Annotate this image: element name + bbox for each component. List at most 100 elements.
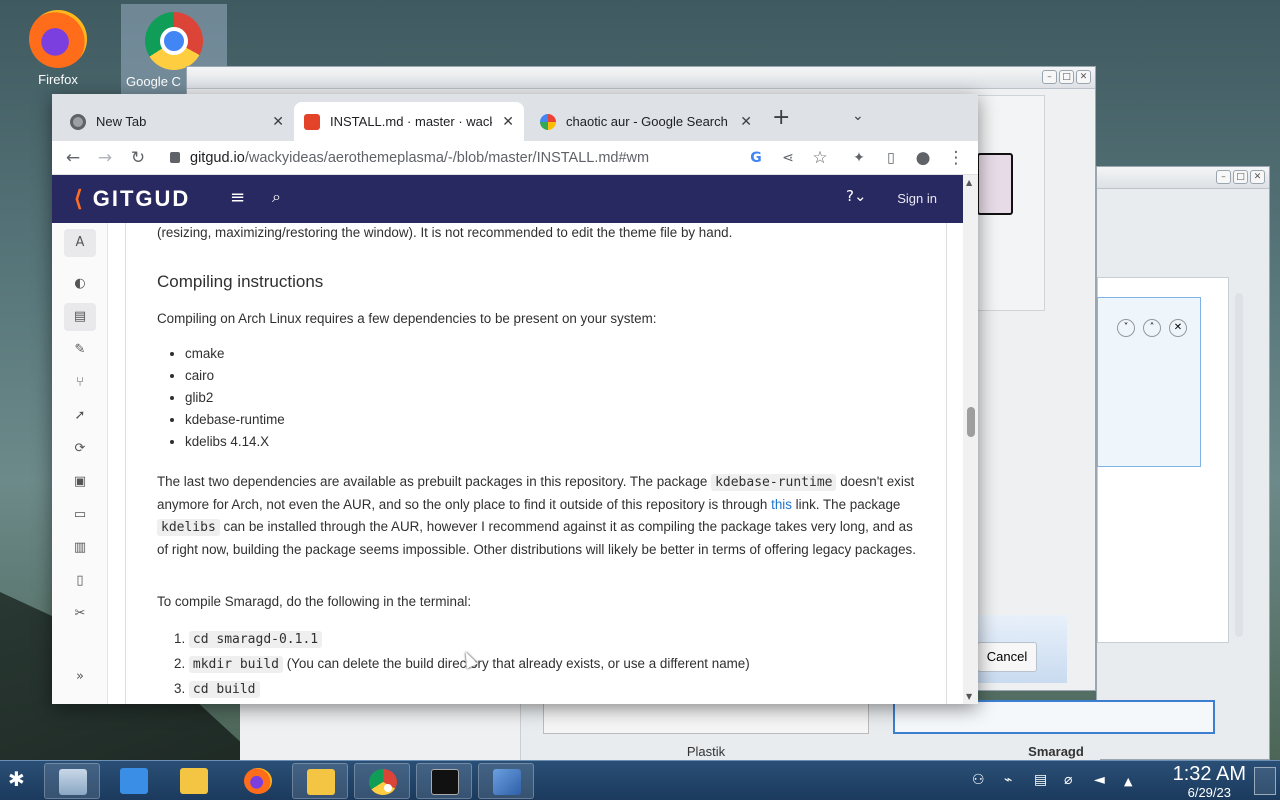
url-host: gitgud.io [190, 150, 245, 166]
tab-title: chaotic aur - Google Search [566, 114, 728, 129]
minimize-icon[interactable]: – [1042, 70, 1057, 84]
volume-icon[interactable]: ◄ [1094, 772, 1105, 788]
lock-icon [170, 152, 180, 163]
dependencies-paragraph: The last two dependencies are available … [157, 471, 919, 561]
this-link[interactable]: this [771, 497, 792, 512]
back-arrow-icon[interactable]: ← [62, 147, 84, 169]
project-overview-icon[interactable]: ◐ [70, 274, 90, 294]
close-icon[interactable]: ✕ [1250, 170, 1265, 184]
taskbar-chrome[interactable] [354, 763, 410, 799]
share-icon[interactable]: ⋖ [777, 147, 799, 169]
preview-buttons: ˅ ˄ ✕ [1117, 319, 1187, 337]
step-item: 2. mkdir build (You can delete the build… [174, 656, 750, 673]
smaragd-preview[interactable] [893, 700, 1215, 734]
firefox-icon [244, 768, 272, 794]
project-avatar[interactable]: A [64, 229, 96, 257]
desktop-icon-firefox[interactable]: Firefox [13, 2, 103, 94]
close-icon[interactable]: ✕ [740, 113, 752, 130]
sign-in-link[interactable]: Sign in [897, 191, 937, 206]
network-icon[interactable]: ⌁ [1004, 772, 1012, 788]
bookmark-star-icon[interactable]: ☆ [809, 147, 831, 169]
packages-icon[interactable]: ▣ [70, 472, 90, 492]
cicd-rocket-icon[interactable]: ➚ [70, 406, 90, 426]
reload-icon[interactable]: ↻ [127, 147, 149, 169]
menu-kebab-icon[interactable]: ⋮ [945, 147, 967, 169]
merge-requests-icon[interactable]: ⑂ [70, 373, 90, 393]
gitgud-logo[interactable]: ⟨ GITGUD [74, 186, 190, 212]
taskbar-store[interactable] [106, 763, 162, 799]
scroll-up-arrow-icon[interactable]: ▲ [966, 178, 972, 187]
store-bag-icon [120, 768, 148, 794]
window-titlebar[interactable]: – □ ✕ [1097, 167, 1269, 189]
taskbar-file-manager[interactable] [166, 763, 222, 799]
start-menu-icon[interactable]: ✱ [8, 769, 25, 789]
help-icon[interactable]: ?⌄ [846, 187, 867, 205]
taskbar-firefox[interactable] [230, 763, 286, 799]
close-icon[interactable]: ✕ [272, 113, 284, 130]
tray-expand-icon[interactable]: ▲ [1124, 775, 1132, 788]
forward-arrow-icon[interactable]: → [94, 147, 116, 169]
step-item: 3. cd build [174, 678, 914, 701]
plastik-preview[interactable] [543, 700, 869, 734]
close-icon[interactable]: ✕ [502, 113, 514, 130]
tab-new-tab[interactable]: New Tab ✕ [60, 102, 294, 141]
gitgud-logo-text: GITGUD [92, 186, 191, 211]
settings-app-icon [59, 769, 87, 795]
cancel-button[interactable]: Cancel [977, 642, 1037, 672]
expand-sidebar-icon[interactable]: » [70, 667, 90, 687]
analytics-icon[interactable]: ▥ [70, 538, 90, 558]
google-translate-icon[interactable]: G [745, 147, 767, 169]
tab-google-search[interactable]: chaotic aur - Google Search ✕ [530, 102, 762, 141]
maximize-icon[interactable]: □ [1233, 170, 1248, 184]
close-icon[interactable]: ✕ [1076, 70, 1091, 84]
side-panel-icon[interactable]: ▯ [880, 147, 902, 169]
chevron-down-icon: ˅ [1117, 319, 1135, 337]
window-titlebar[interactable]: – □ ✕ [187, 67, 1095, 89]
search-icon[interactable]: ⌕ [272, 187, 281, 207]
taskbar-file-manager-window[interactable] [292, 763, 348, 799]
tab-strip: New Tab ✕ INSTALL.md · master · wacky ✕ … [52, 94, 978, 141]
step-code: mkdir build [188, 656, 283, 673]
compile-intro: To compile Smaragd, do the following in … [157, 594, 472, 609]
chrome-icon [145, 12, 203, 70]
taskbar: ✱ ⚇ ⌁ ▤ ⌀ ◄ ▲ 1:32 AM 6/29/23 [0, 760, 1280, 800]
tab-install-md[interactable]: INSTALL.md · master · wacky ✕ [294, 102, 524, 141]
show-desktop-button[interactable] [1254, 767, 1276, 795]
taskbar-system-settings[interactable] [44, 763, 100, 799]
chevron-up-icon: ˄ [1143, 319, 1161, 337]
chrome-icon [369, 769, 397, 795]
taskbar-terminal[interactable] [416, 763, 472, 799]
gitgud-header: ⟨ GITGUD ≡ ⌕ ?⌄ Sign in [52, 175, 963, 223]
address-bar[interactable]: gitgud.io/wackyideas/aerothemeplasma/-/b… [170, 146, 790, 170]
maximize-icon[interactable]: □ [1059, 70, 1074, 84]
gitgud-logo-mark-icon: ⟨ [74, 186, 85, 211]
new-tab-plus-icon[interactable]: + [772, 107, 790, 129]
scrollbar[interactable] [1235, 293, 1243, 637]
minimize-icon[interactable]: – [1216, 170, 1231, 184]
monitor-icon[interactable]: ▭ [70, 505, 90, 525]
list-item: kdelibs 4.14.X [185, 431, 485, 453]
clock-date: 6/29/23 [1187, 785, 1231, 800]
snippets-scissors-icon[interactable]: ✂ [70, 604, 90, 624]
hamburger-menu-icon[interactable]: ≡ [230, 187, 245, 208]
repository-icon[interactable]: ▤ [64, 303, 96, 331]
gitlab-icon [304, 113, 320, 130]
dependency-list: cmake cairo glib2 kdebase-runtime kdelib… [185, 343, 485, 453]
clipboard-icon[interactable]: ▤ [1034, 772, 1047, 788]
clock[interactable]: 1:32 AM 6/29/23 [1173, 763, 1246, 800]
scrollbar-thumb[interactable] [967, 407, 975, 437]
extensions-puzzle-icon[interactable]: ✦ [848, 147, 870, 169]
wiki-icon[interactable]: ▯ [70, 571, 90, 591]
tab-search-chevron-icon[interactable]: ⌄ [852, 108, 864, 124]
issues-icon[interactable]: ✎ [70, 340, 90, 360]
chrome-window[interactable]: New Tab ✕ INSTALL.md · master · wacky ✕ … [52, 94, 978, 704]
deployments-icon[interactable]: ⟳ [70, 439, 90, 459]
chrome-icon [70, 113, 86, 130]
notifications-muted-icon[interactable]: ⌀ [1064, 772, 1072, 788]
taskbar-kwin-settings[interactable] [478, 763, 534, 799]
background-window-decorations[interactable]: – □ ✕ ˅ ˄ ✕ [1096, 166, 1270, 760]
scroll-down-arrow-icon[interactable]: ▼ [966, 692, 972, 701]
page-scrollbar[interactable]: ▲ ▼ [963, 175, 978, 704]
profile-avatar-icon[interactable]: ● [912, 147, 934, 169]
user-icon[interactable]: ⚇ [972, 772, 985, 788]
